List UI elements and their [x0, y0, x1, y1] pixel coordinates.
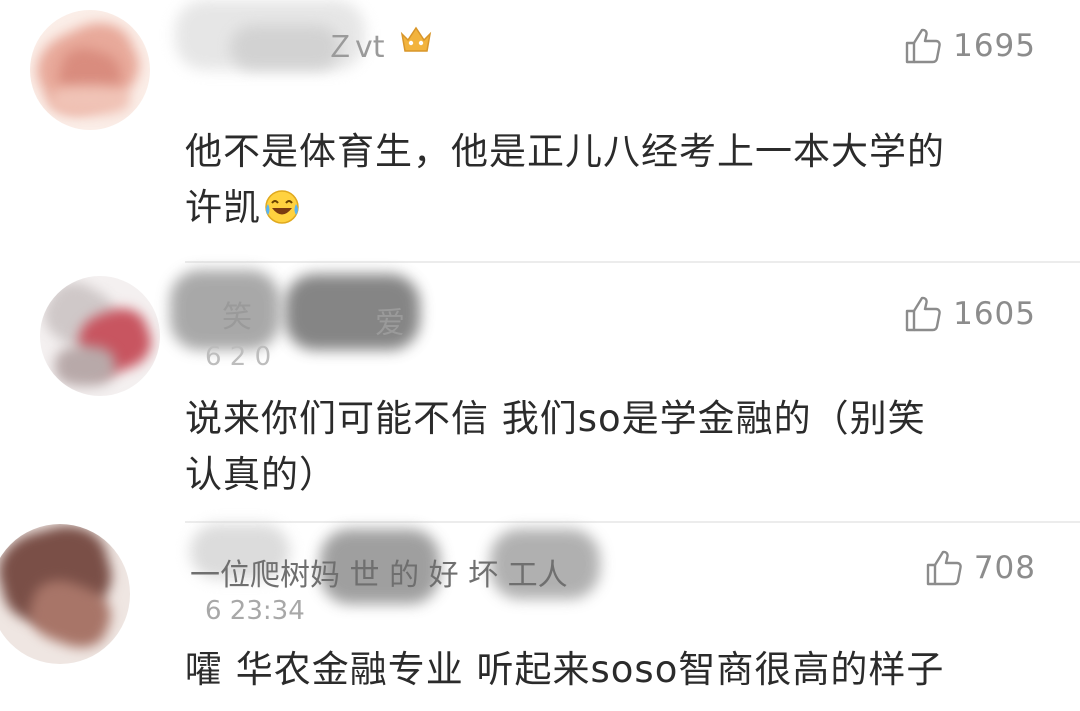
- username-fragment[interactable]: 笑: [222, 292, 252, 336]
- avatar[interactable]: [0, 524, 130, 664]
- comment-list: Ｚvt 1695 他不是体育生，他是正儿八经考上一本大学的 许凯 笑 爱 6 2…: [0, 0, 1080, 711]
- crown-vip-icon: [400, 26, 432, 52]
- divider: [185, 521, 1080, 523]
- username-redaction: [230, 25, 340, 70]
- comment-timestamp: 6 2 0: [205, 342, 272, 372]
- thumbs-up-outline-icon: [926, 550, 962, 586]
- comment-text-line: 许凯: [185, 180, 1015, 236]
- like-count: 1605: [953, 296, 1036, 332]
- like-count: 1695: [953, 28, 1036, 64]
- avatar[interactable]: [40, 276, 160, 396]
- comment-text: 他不是体育生，他是正儿八经考上一本大学的 许凯: [185, 124, 1015, 236]
- comment-item: Ｚvt 1695 他不是体育生，他是正儿八经考上一本大学的 许凯: [0, 0, 1080, 262]
- comment-item: 笑 爱 6 2 0 1605 说来你们可能不信 我们so是学金融的（别笑 认真的…: [0, 264, 1080, 522]
- comment-timestamp: 6 23:34: [205, 596, 305, 626]
- avatar[interactable]: [30, 10, 150, 130]
- username[interactable]: 一位爬树妈 世 的 好 坏 工人: [190, 550, 568, 594]
- comment-item: 一位爬树妈 世 的 好 坏 工人 6 23:34 708 嚯 华农金融专业 听起…: [0, 524, 1080, 711]
- username-fragment[interactable]: 爱: [375, 298, 405, 342]
- like-count: 708: [973, 550, 1036, 586]
- thumbs-up-outline-icon: [905, 296, 941, 332]
- divider: [185, 261, 1080, 263]
- like-button[interactable]: 1695: [903, 24, 1036, 68]
- laugh-cry-emoji-icon: [265, 190, 299, 224]
- like-button[interactable]: 1605: [903, 292, 1036, 336]
- comment-text: 说来你们可能不信 我们so是学金融的（别笑 认真的）: [185, 391, 1015, 503]
- comment-text: 嚯 华农金融专业 听起来soso智商很高的样子: [185, 642, 1015, 698]
- comment-text-line: 认真的）: [185, 453, 337, 496]
- comment-text-fragment: 许凯: [185, 186, 261, 229]
- comment-text-line: 说来你们可能不信 我们so是学金融的（别笑: [185, 397, 926, 440]
- username[interactable]: Ｚvt: [325, 22, 385, 66]
- comment-text-line: 他不是体育生，他是正儿八经考上一本大学的: [185, 130, 945, 173]
- like-button[interactable]: 708: [924, 546, 1036, 590]
- comment-text-line: 嚯 华农金融专业 听起来soso智商很高的样子: [185, 648, 945, 691]
- thumbs-up-outline-icon: [905, 28, 941, 64]
